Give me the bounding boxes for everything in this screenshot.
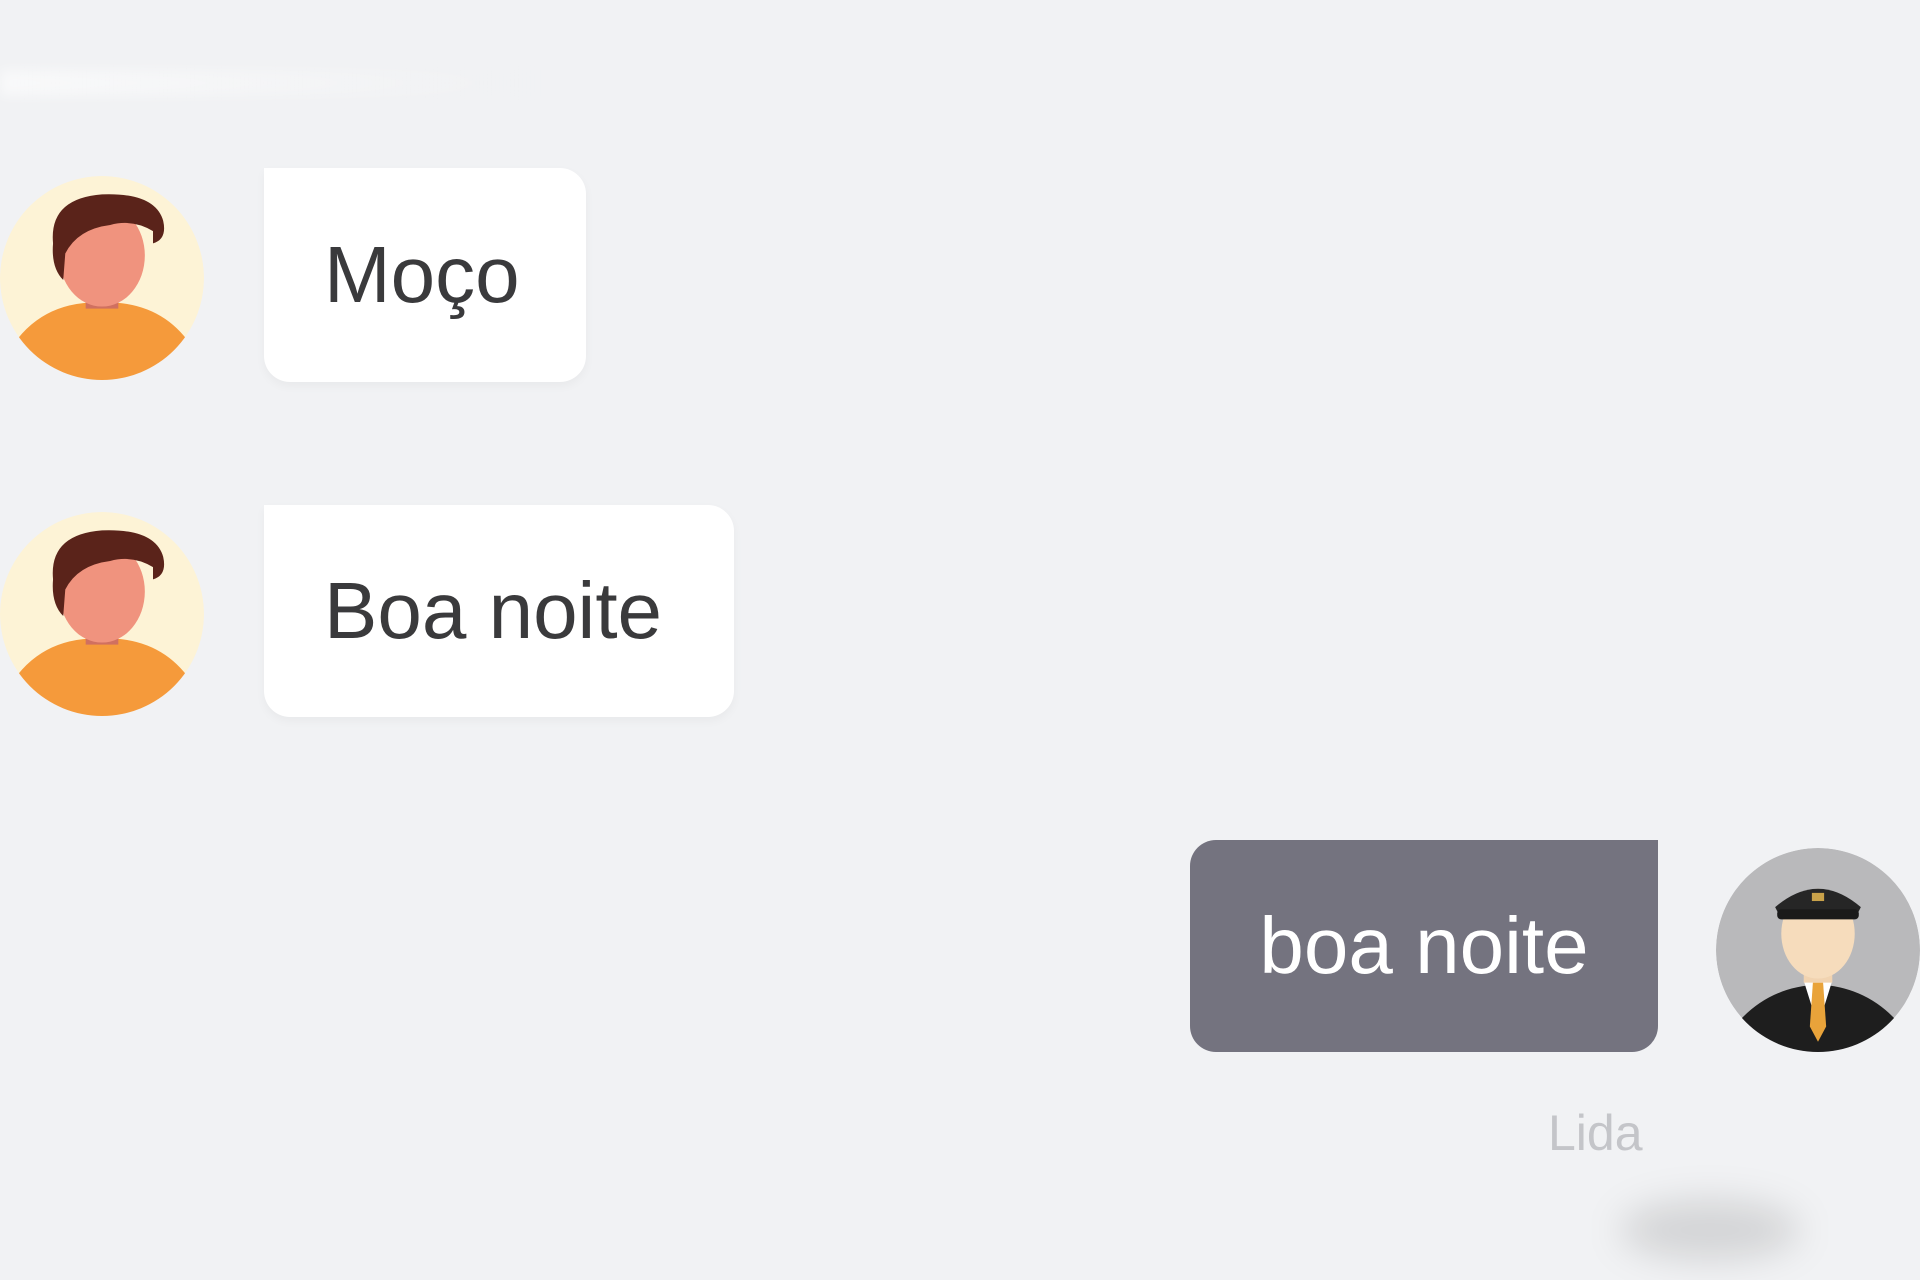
bottom-shadow xyxy=(1620,1200,1800,1260)
message-bubble-incoming[interactable]: Moço xyxy=(264,168,586,382)
chat-conversation: Moço Boa noite boa noite Lida xyxy=(0,0,1920,1280)
message-bubble-outgoing[interactable]: boa noite xyxy=(1190,840,1658,1052)
person-avatar-icon[interactable] xyxy=(0,176,204,380)
header-shadow xyxy=(0,70,540,96)
message-text: Boa noite xyxy=(324,566,663,655)
message-bubble-incoming[interactable]: Boa noite xyxy=(264,505,734,717)
person-avatar-icon[interactable] xyxy=(0,512,204,716)
driver-avatar-icon[interactable] xyxy=(1716,848,1920,1052)
read-status: Lida xyxy=(1548,1105,1643,1161)
message-text: Moço xyxy=(324,230,520,319)
message-text: boa noite xyxy=(1259,901,1589,990)
